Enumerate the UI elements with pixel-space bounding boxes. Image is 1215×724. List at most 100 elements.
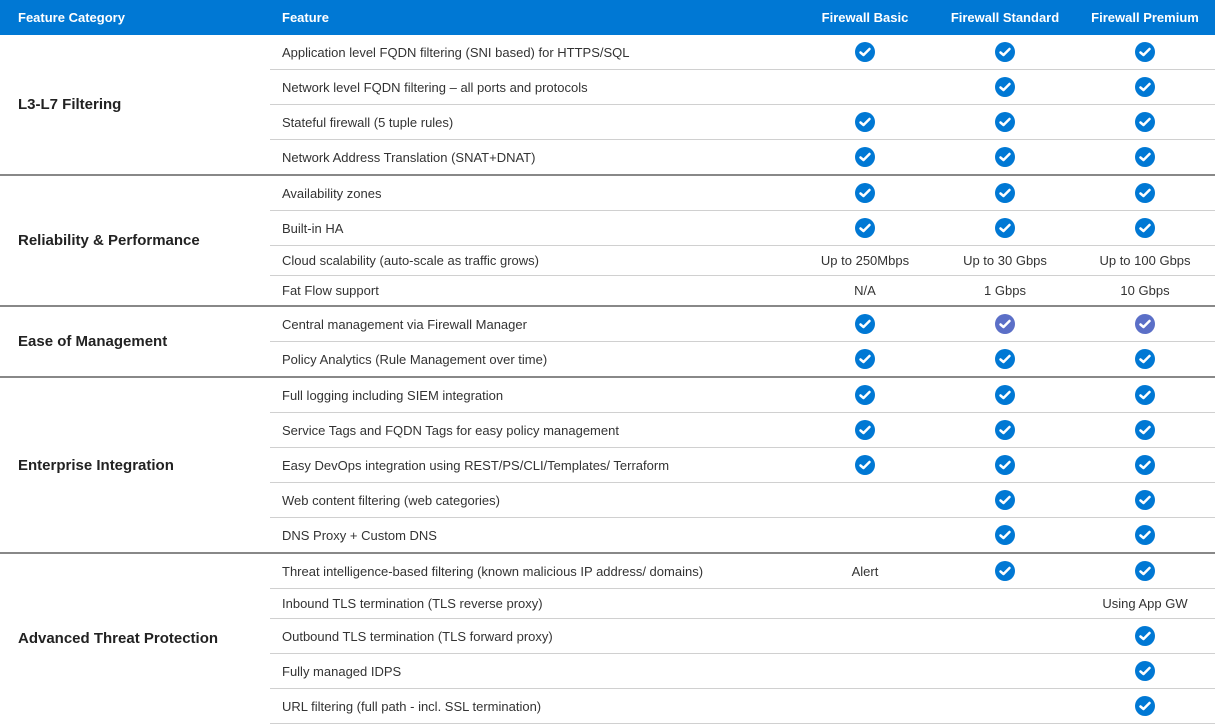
check-icon <box>855 42 875 62</box>
feature-cell: Inbound TLS termination (TLS reverse pro… <box>270 589 795 619</box>
check-icon <box>995 77 1015 97</box>
plan-cell: 1 Gbps <box>935 276 1075 307</box>
plan-cell <box>795 589 935 619</box>
category-group: Enterprise IntegrationFull logging inclu… <box>0 377 1215 553</box>
plan-cell: 10 Gbps <box>1075 276 1215 307</box>
plan-cell: Using App GW <box>1075 589 1215 619</box>
check-icon <box>995 525 1015 545</box>
feature-cell: URL filtering (full path - incl. SSL ter… <box>270 689 795 724</box>
plan-cell <box>795 483 935 518</box>
feature-cell: Policy Analytics (Rule Management over t… <box>270 342 795 378</box>
plan-cell <box>935 35 1075 70</box>
table-row: Reliability & PerformanceAvailability zo… <box>0 175 1215 211</box>
check-icon <box>855 420 875 440</box>
check-icon <box>1135 525 1155 545</box>
check-icon <box>855 455 875 475</box>
plan-cell <box>1075 35 1215 70</box>
check-icon <box>995 420 1015 440</box>
plan-cell <box>935 342 1075 378</box>
category-cell: L3-L7 Filtering <box>0 35 270 175</box>
plan-cell <box>795 342 935 378</box>
plan-cell: Up to 30 Gbps <box>935 246 1075 276</box>
check-icon <box>1135 455 1155 475</box>
plan-cell <box>1075 689 1215 724</box>
plan-cell: Up to 100 Gbps <box>1075 246 1215 276</box>
table-row: Enterprise IntegrationFull logging inclu… <box>0 377 1215 413</box>
plan-cell <box>1075 306 1215 342</box>
check-icon <box>1135 661 1155 681</box>
plan-cell <box>935 105 1075 140</box>
feature-cell: Easy DevOps integration using REST/PS/CL… <box>270 448 795 483</box>
feature-cell: Fat Flow support <box>270 276 795 307</box>
check-icon <box>1135 147 1155 167</box>
header-category: Feature Category <box>0 0 270 35</box>
check-icon <box>995 490 1015 510</box>
plan-cell <box>795 70 935 105</box>
plan-cell <box>935 689 1075 724</box>
plan-cell <box>935 306 1075 342</box>
plan-cell <box>1075 518 1215 554</box>
plan-cell <box>795 35 935 70</box>
check-icon <box>1135 349 1155 369</box>
check-icon <box>1135 696 1155 716</box>
plan-cell <box>795 105 935 140</box>
plan-cell <box>795 306 935 342</box>
plan-cell <box>935 483 1075 518</box>
check-icon <box>995 183 1015 203</box>
plan-cell <box>1075 211 1215 246</box>
plan-cell: Alert <box>795 553 935 589</box>
plan-cell <box>795 448 935 483</box>
plan-cell <box>1075 377 1215 413</box>
check-icon <box>1135 490 1155 510</box>
plan-cell <box>935 589 1075 619</box>
feature-cell: Network Address Translation (SNAT+DNAT) <box>270 140 795 176</box>
feature-cell: DNS Proxy + Custom DNS <box>270 518 795 554</box>
plan-cell <box>935 553 1075 589</box>
plan-cell <box>935 448 1075 483</box>
check-icon <box>995 385 1015 405</box>
category-cell: Reliability & Performance <box>0 175 270 306</box>
category-cell: Ease of Management <box>0 306 270 377</box>
table-row: Ease of ManagementCentral management via… <box>0 306 1215 342</box>
feature-cell: Full logging including SIEM integration <box>270 377 795 413</box>
feature-cell: Central management via Firewall Manager <box>270 306 795 342</box>
plan-cell <box>1075 619 1215 654</box>
plan-cell <box>795 175 935 211</box>
plan-cell <box>935 654 1075 689</box>
feature-cell: Network level FQDN filtering – all ports… <box>270 70 795 105</box>
check-icon <box>855 385 875 405</box>
plan-cell <box>1075 553 1215 589</box>
check-icon <box>855 349 875 369</box>
check-icon <box>1135 561 1155 581</box>
plan-cell: Up to 250Mbps <box>795 246 935 276</box>
plan-cell <box>1075 70 1215 105</box>
feature-cell: Web content filtering (web categories) <box>270 483 795 518</box>
feature-cell: Built-in HA <box>270 211 795 246</box>
feature-cell: Threat intelligence-based filtering (kno… <box>270 553 795 589</box>
plan-cell <box>1075 140 1215 176</box>
category-group: L3-L7 FilteringApplication level FQDN fi… <box>0 35 1215 175</box>
plan-cell <box>1075 654 1215 689</box>
check-icon <box>995 314 1015 334</box>
check-icon <box>1135 314 1155 334</box>
feature-cell: Cloud scalability (auto-scale as traffic… <box>270 246 795 276</box>
plan-cell <box>795 140 935 176</box>
plan-cell <box>795 211 935 246</box>
plan-cell <box>1075 105 1215 140</box>
plan-cell <box>1075 483 1215 518</box>
check-icon <box>855 314 875 334</box>
header-plan-standard: Firewall Standard <box>935 0 1075 35</box>
check-icon <box>1135 218 1155 238</box>
feature-cell: Fully managed IDPS <box>270 654 795 689</box>
header-feature: Feature <box>270 0 795 35</box>
category-group: Ease of ManagementCentral management via… <box>0 306 1215 377</box>
plan-cell <box>935 175 1075 211</box>
category-group: Reliability & PerformanceAvailability zo… <box>0 175 1215 306</box>
plan-cell <box>795 518 935 554</box>
check-icon <box>995 218 1015 238</box>
table-header: Feature Category Feature Firewall Basic … <box>0 0 1215 35</box>
check-icon <box>995 349 1015 369</box>
check-icon <box>1135 385 1155 405</box>
feature-cell: Availability zones <box>270 175 795 211</box>
feature-cell: Application level FQDN filtering (SNI ba… <box>270 35 795 70</box>
